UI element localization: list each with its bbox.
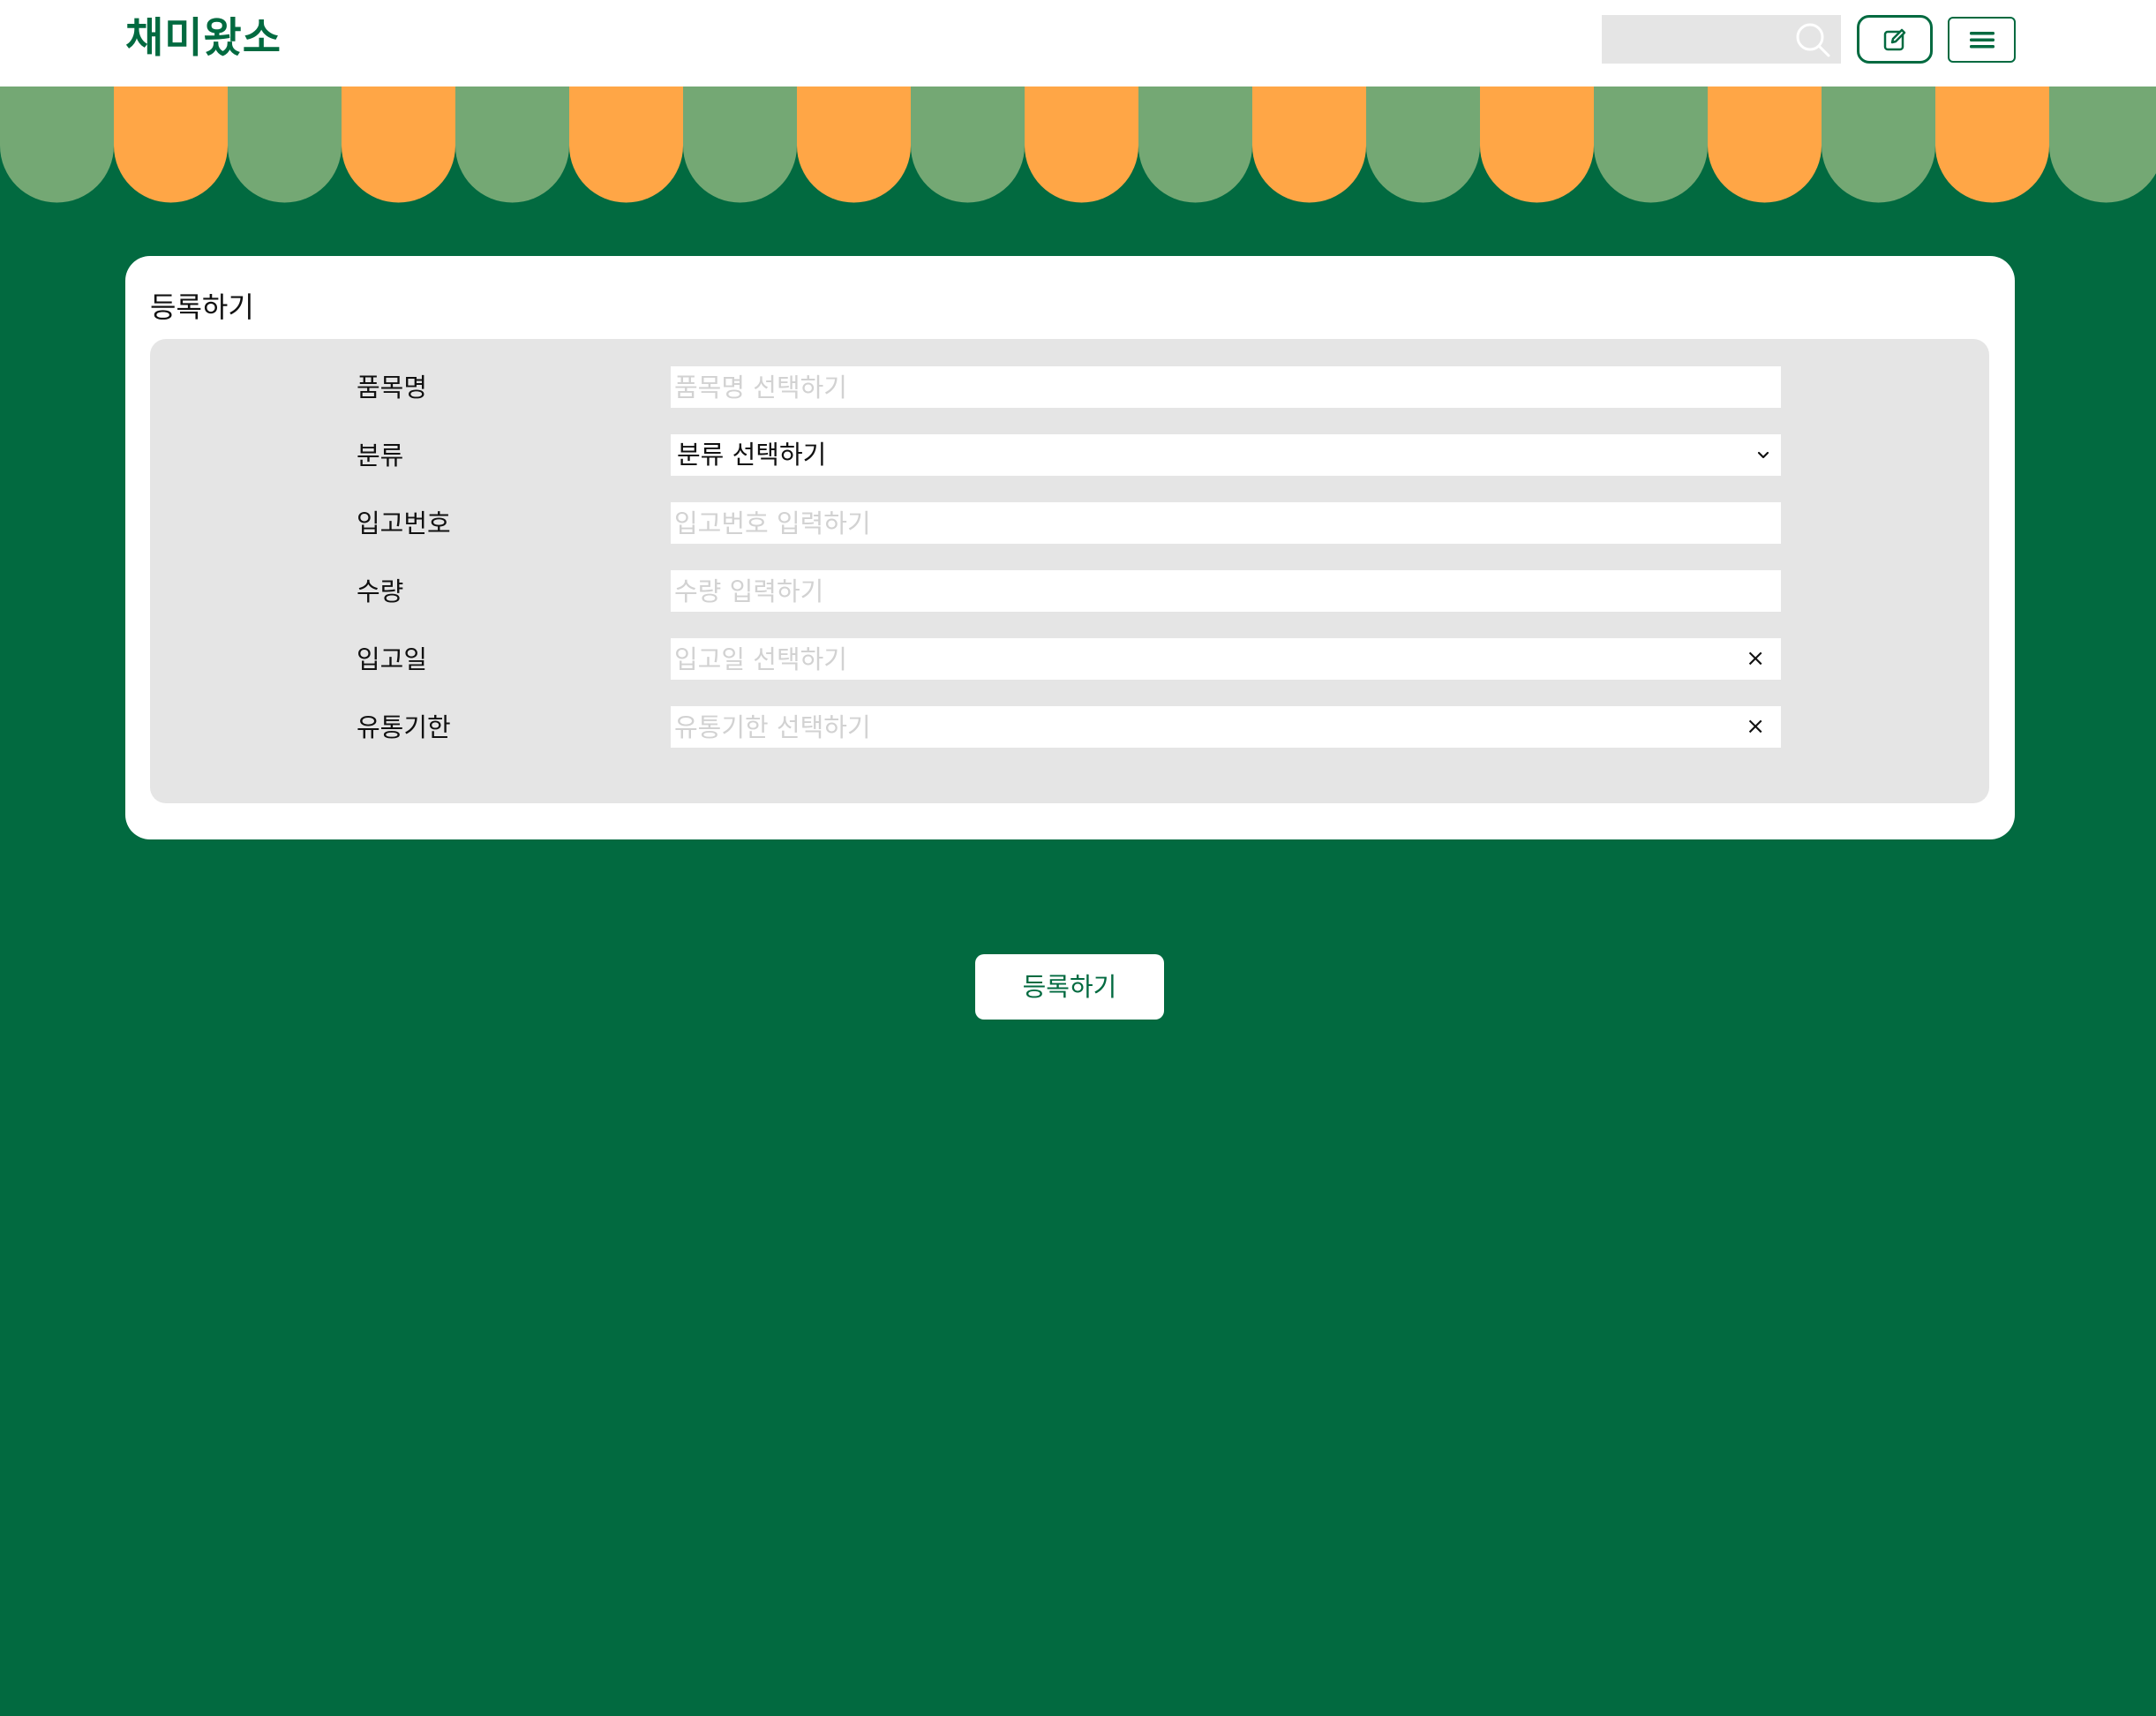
- search-input[interactable]: [1602, 15, 1778, 64]
- awning-stripe-orange: [1480, 87, 1594, 203]
- awning-stripe-green: [2049, 87, 2156, 203]
- awning-decoration: [0, 87, 2156, 203]
- receipt-number-field: [671, 502, 1781, 544]
- awning-stripe-orange: [1935, 87, 2049, 203]
- category-select-value: 분류 선택하기: [677, 440, 827, 470]
- receipt-date-label: 입고일: [357, 644, 428, 674]
- item-name-label: 품목명: [357, 373, 428, 403]
- form-panel: 품목명 분류 분류 선택하기 입고번호 수량: [150, 339, 1989, 803]
- top-header: 채미왔소: [0, 0, 2156, 87]
- form-row-quantity: 수량: [150, 570, 1989, 613]
- receipt-number-input[interactable]: [671, 502, 1781, 544]
- chevron-down-icon: [1757, 451, 1769, 459]
- edit-icon: [1883, 28, 1906, 50]
- quantity-input[interactable]: [671, 570, 1781, 612]
- site-logo[interactable]: 채미왔소: [125, 12, 282, 65]
- awning-stripe-green: [1138, 87, 1252, 203]
- awning-stripe-green: [911, 87, 1025, 203]
- menu-button[interactable]: [1948, 17, 2016, 63]
- awning-stripe-orange: [1708, 87, 1822, 203]
- quantity-field: [671, 570, 1781, 612]
- awning-stripe-green: [455, 87, 569, 203]
- awning-stripe-orange: [569, 87, 683, 203]
- quantity-label: 수량: [357, 576, 404, 606]
- receipt-date-field: ×: [671, 638, 1781, 680]
- item-name-field: [671, 366, 1781, 408]
- form-row-item-name: 품목명: [150, 366, 1989, 409]
- awning-stripe-green: [228, 87, 342, 203]
- awning-stripe-green: [1822, 87, 1935, 203]
- expiry-date-clear-icon[interactable]: ×: [1746, 706, 1765, 748]
- search-box: [1602, 15, 1841, 64]
- receipt-date-clear-icon[interactable]: ×: [1746, 638, 1765, 680]
- form-row-receipt-date: 입고일 ×: [150, 638, 1989, 681]
- category-select[interactable]: 분류 선택하기: [671, 434, 1781, 476]
- form-row-category: 분류 분류 선택하기: [150, 434, 1989, 477]
- expiry-date-label: 유통기한: [357, 712, 451, 742]
- awning-stripe-green: [1594, 87, 1708, 203]
- form-row-receipt-number: 입고번호: [150, 502, 1989, 545]
- search-icon[interactable]: [1794, 21, 1831, 58]
- card-title: 등록하기: [150, 290, 254, 324]
- write-button[interactable]: [1857, 15, 1933, 64]
- awning-stripe-green: [0, 87, 114, 203]
- awning-stripe-orange: [797, 87, 911, 203]
- awning-stripe-orange: [1025, 87, 1138, 203]
- registration-card: 등록하기 품목명 분류 분류 선택하기 입고번호 수량: [125, 256, 2015, 839]
- submit-button[interactable]: 등록하기: [975, 954, 1164, 1020]
- awning-stripe-orange: [1252, 87, 1366, 203]
- hamburger-menu-icon: [1969, 32, 1994, 49]
- receipt-date-input[interactable]: [671, 638, 1781, 680]
- awning-stripe-orange: [342, 87, 455, 203]
- form-row-expiry-date: 유통기한 ×: [150, 706, 1989, 749]
- expiry-date-field: ×: [671, 706, 1781, 748]
- expiry-date-input[interactable]: [671, 706, 1781, 748]
- receipt-number-label: 입고번호: [357, 508, 451, 538]
- category-label: 분류: [357, 440, 404, 470]
- awning-stripe-green: [1366, 87, 1480, 203]
- awning-stripe-orange: [114, 87, 228, 203]
- awning-stripe-green: [683, 87, 797, 203]
- item-name-input[interactable]: [671, 366, 1781, 408]
